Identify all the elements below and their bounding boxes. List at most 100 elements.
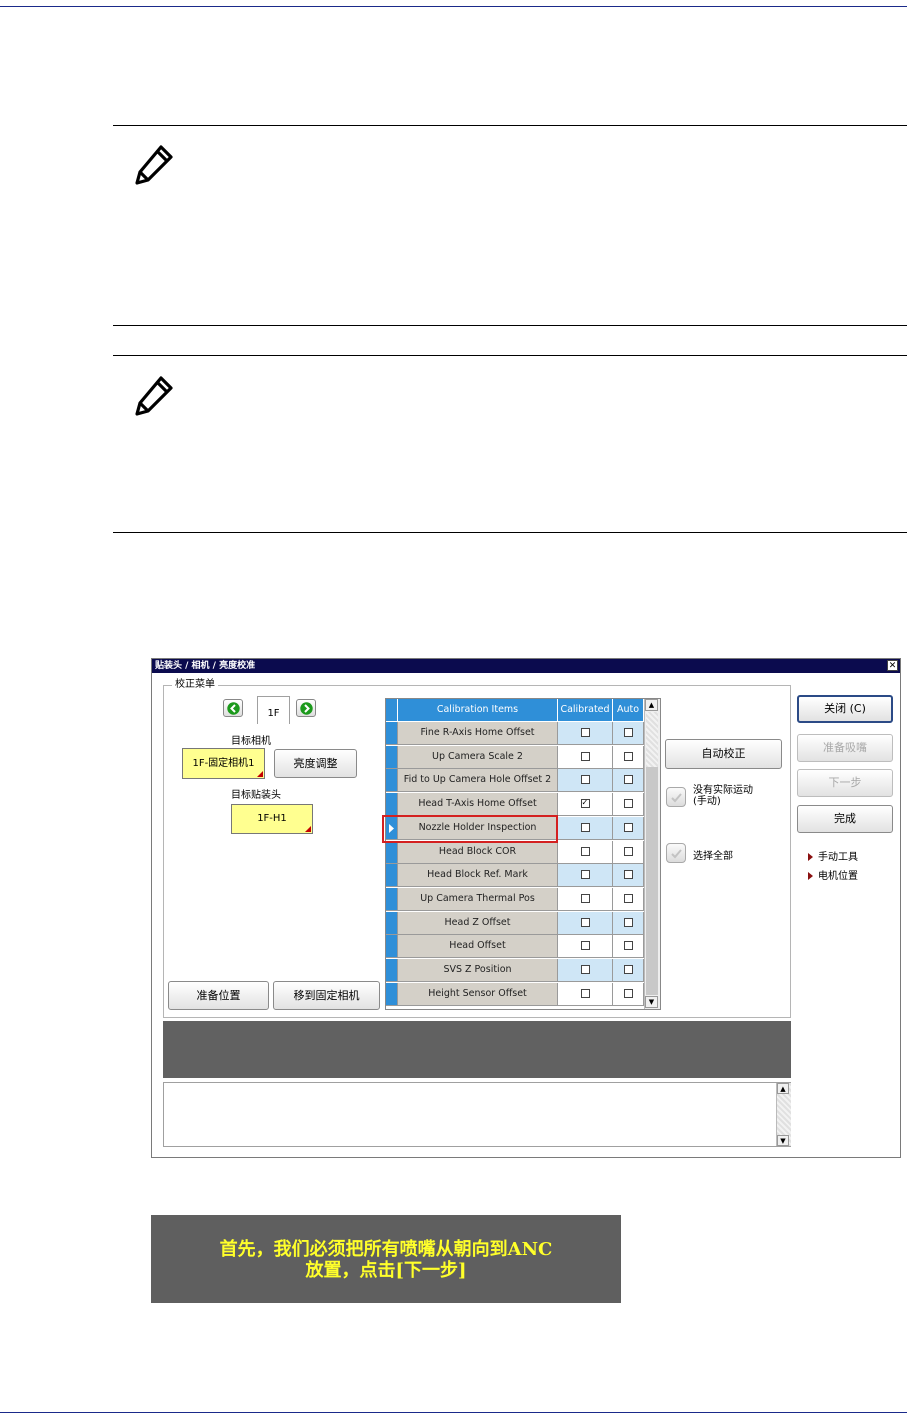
row-indicator[interactable] (386, 840, 398, 864)
auto-checkbox[interactable] (623, 941, 633, 951)
calibrated-checkbox[interactable] (580, 917, 590, 927)
row-indicator[interactable] (386, 911, 398, 935)
table-row[interactable]: Head Z Offset (386, 911, 660, 935)
message-line2: 放置，点击[下一步] (305, 1260, 467, 1281)
auto-checkbox[interactable] (623, 846, 633, 856)
table-row[interactable]: Head T-Axis Home Offset (386, 793, 660, 817)
row-indicator[interactable] (386, 959, 398, 982)
scroll-up-arrow-icon[interactable]: ▲ (645, 699, 658, 711)
calibration-item-name[interactable]: Up Camera Scale 2 (398, 745, 558, 769)
select-all-toggle[interactable] (666, 843, 686, 863)
no-motion-toggle[interactable] (666, 787, 686, 807)
target-head-value: 1F-H1 (257, 813, 287, 824)
next-head-button[interactable] (296, 699, 316, 717)
scroll-down-arrow-icon[interactable]: ▼ (777, 1135, 789, 1146)
calibrated-checkbox[interactable] (580, 799, 590, 809)
calibration-item-name[interactable]: Fid to Up Camera Hole Offset 2 (398, 769, 558, 793)
auto-checkbox[interactable] (623, 893, 633, 903)
table-row[interactable]: Height Sensor Offset (386, 982, 660, 1006)
close-icon[interactable]: ✕ (887, 660, 898, 671)
table-row[interactable]: Fid to Up Camera Hole Offset 2 (386, 769, 660, 793)
finish-button[interactable]: 完成 (797, 805, 893, 833)
next-button[interactable]: 下一步 (797, 769, 893, 797)
close-button[interactable]: 关闭 (C) (797, 695, 893, 723)
no-motion-label-line1: 没有实际运动 (693, 785, 753, 796)
calibrated-cell (558, 935, 613, 959)
calibration-item-name[interactable]: Head Z Offset (398, 911, 558, 935)
arrow-right-icon (300, 702, 313, 715)
row-indicator[interactable] (386, 982, 398, 1006)
calibrated-checkbox[interactable] (580, 846, 590, 856)
scroll-up-arrow-icon[interactable]: ▲ (777, 1083, 789, 1094)
calibrated-cell (558, 864, 613, 888)
row-indicator[interactable] (386, 745, 398, 769)
row-indicator[interactable] (386, 864, 398, 888)
target-head-field[interactable]: 1F-H1 (231, 804, 313, 834)
check-icon (671, 793, 682, 803)
auto-checkbox[interactable] (623, 870, 633, 880)
header-calibrated[interactable]: Calibrated (558, 699, 613, 722)
header-indicator-cell (386, 699, 398, 722)
grid-scroll-thumb[interactable] (646, 767, 658, 995)
header-calibration-items[interactable]: Calibration Items (398, 699, 558, 722)
table-row[interactable]: Head Offset (386, 935, 660, 959)
header-auto[interactable]: Auto (613, 699, 644, 722)
top-rule (0, 6, 907, 7)
auto-checkbox[interactable] (623, 728, 633, 737)
table-row[interactable]: Head Block COR (386, 840, 660, 864)
calibrated-checkbox[interactable] (580, 751, 590, 761)
auto-cell (613, 840, 644, 864)
ready-position-button[interactable]: 准备位置 (168, 981, 269, 1010)
calibration-item-name[interactable]: Fine R-Axis Home Offset (398, 722, 558, 745)
calibrated-checkbox[interactable] (580, 941, 590, 951)
auto-cell (613, 911, 644, 935)
calibration-item-name[interactable]: Head Block Ref. Mark (398, 864, 558, 888)
calibrated-cell (558, 745, 613, 769)
row-indicator[interactable] (386, 793, 398, 817)
move-to-fixed-camera-button[interactable]: 移到固定相机 (273, 981, 380, 1010)
row-indicator[interactable] (386, 769, 398, 793)
target-camera-label: 目标相机 (231, 736, 271, 747)
table-row[interactable]: Head Block Ref. Mark (386, 864, 660, 888)
scroll-down-arrow-icon[interactable]: ▼ (645, 996, 658, 1008)
log-textarea[interactable]: ▲ ▼ (163, 1082, 791, 1147)
calibrated-checkbox[interactable] (580, 870, 590, 880)
motor-position-link[interactable]: 电机位置 (808, 867, 858, 882)
auto-calibrate-button[interactable]: 自动校正 (665, 739, 782, 769)
calibration-item-name[interactable]: Height Sensor Offset (398, 982, 558, 1006)
table-row[interactable]: Up Camera Scale 2 (386, 745, 660, 769)
auto-cell (613, 745, 644, 769)
auto-checkbox[interactable] (623, 822, 633, 832)
target-camera-field[interactable]: 1F-固定相机1 (182, 748, 265, 779)
table-row[interactable]: Up Camera Thermal Pos (386, 887, 660, 911)
prev-head-button[interactable] (223, 699, 243, 717)
manual-tools-link[interactable]: 手动工具 (808, 848, 858, 863)
auto-checkbox[interactable] (623, 775, 633, 785)
calibrated-checkbox[interactable] (580, 822, 590, 832)
grid-scroll-track[interactable] (646, 712, 658, 767)
auto-checkbox[interactable] (623, 799, 633, 809)
row-indicator[interactable] (386, 887, 398, 911)
auto-checkbox[interactable] (623, 965, 633, 974)
calibration-item-name[interactable]: SVS Z Position (398, 959, 558, 982)
table-row[interactable]: Fine R-Axis Home Offset (386, 722, 660, 745)
row-indicator[interactable] (386, 722, 398, 745)
calibrated-checkbox[interactable] (580, 988, 590, 998)
brightness-button[interactable]: 亮度调整 (274, 749, 357, 778)
prepare-nozzle-button[interactable]: 准备吸嘴 (797, 734, 893, 762)
calibrated-checkbox[interactable] (580, 728, 590, 737)
auto-checkbox[interactable] (623, 751, 633, 761)
head-tab[interactable]: 1F (257, 696, 290, 724)
calibration-item-name[interactable]: Head T-Axis Home Offset (398, 793, 558, 817)
row-indicator[interactable] (386, 935, 398, 959)
calibration-item-name[interactable]: Head Offset (398, 935, 558, 959)
calibrated-checkbox[interactable] (580, 893, 590, 903)
calibrated-checkbox[interactable] (580, 775, 590, 785)
calibration-item-name[interactable]: Up Camera Thermal Pos (398, 887, 558, 911)
dropdown-corner-icon (257, 771, 263, 777)
auto-checkbox[interactable] (623, 917, 633, 927)
auto-checkbox[interactable] (623, 988, 633, 998)
calibrated-checkbox[interactable] (580, 965, 590, 974)
table-row[interactable]: SVS Z Position (386, 959, 660, 982)
calibration-item-name[interactable]: Head Block COR (398, 840, 558, 864)
